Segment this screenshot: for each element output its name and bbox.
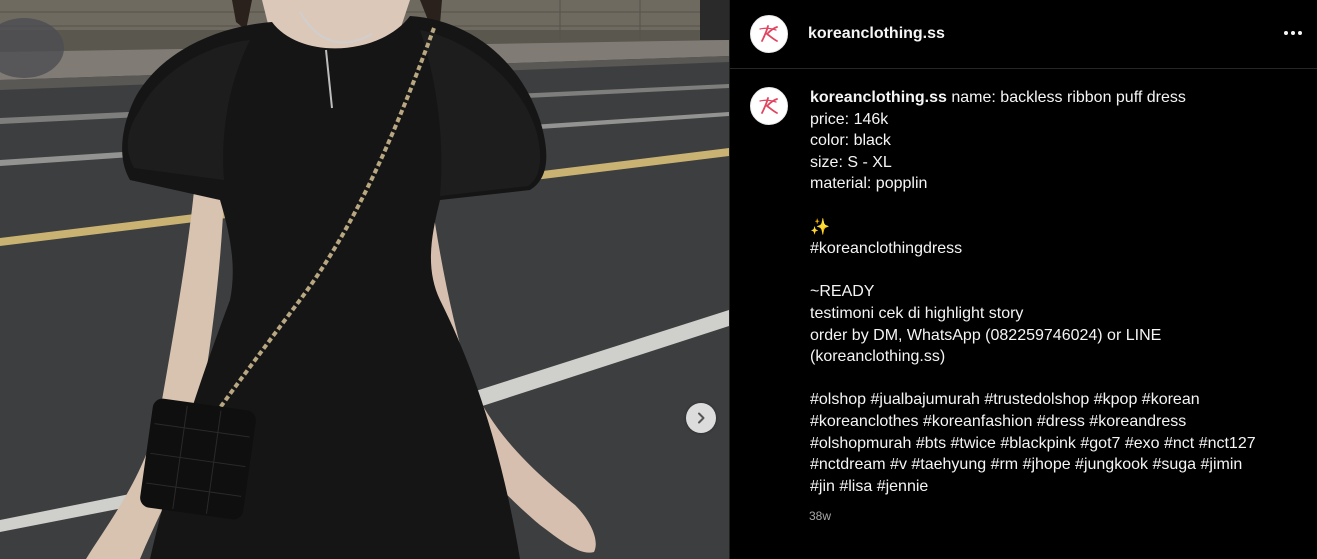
- caption-first-line: koreanclothing.ss name: backless ribbon …: [810, 87, 1310, 109]
- caption-hashtag-line[interactable]: #olshopmurah #bts #twice #blackpink #got…: [810, 433, 1310, 455]
- post-photo: [0, 0, 729, 559]
- caption-avatar[interactable]: [750, 87, 788, 125]
- caption-line: testimoni cek di highlight story: [810, 304, 1024, 322]
- caption-username[interactable]: koreanclothing.ss: [810, 89, 947, 106]
- caption-hashtag-line[interactable]: #jin #lisa #jennie: [810, 476, 1310, 498]
- post-caption: koreanclothing.ss name: backless ribbon …: [810, 87, 1310, 497]
- post-timestamp[interactable]: 38w: [809, 509, 831, 523]
- sparkle-emoji: ✨: [810, 218, 830, 236]
- chevron-right-icon: [698, 412, 705, 424]
- caption-hashtag-line[interactable]: #koreanclothes #koreanfashion #dress #ko…: [810, 411, 1310, 433]
- more-options-icon: [1284, 31, 1288, 35]
- caption-line: material: popplin: [810, 175, 928, 193]
- next-image-button[interactable]: [686, 403, 716, 433]
- caption-hashtag-line[interactable]: #koreanclothingdress: [810, 238, 1310, 260]
- post-author-username[interactable]: koreanclothing.ss: [808, 25, 945, 43]
- more-dot: [1291, 31, 1295, 35]
- caption-text: name: backless ribbon puff dress: [951, 89, 1186, 106]
- more-options-button[interactable]: [1279, 21, 1307, 45]
- avatar[interactable]: [750, 15, 788, 53]
- post-header: koreanclothing.ss: [730, 0, 1317, 69]
- k-logo-icon: [759, 97, 778, 114]
- caption-line: price: 146k: [810, 110, 889, 128]
- caption-line: color: black: [810, 132, 891, 150]
- caption-line: size: S - XL: [810, 153, 892, 171]
- more-dot: [1298, 31, 1302, 35]
- caption-line: (koreanclothing.ss): [810, 348, 946, 366]
- k-logo-icon: [759, 25, 778, 42]
- caption-line: ~READY: [810, 283, 875, 301]
- caption-hashtag-line[interactable]: #olshop #jualbajumurah #trustedolshop #k…: [810, 389, 1310, 411]
- photo-image: [0, 0, 729, 559]
- caption-hashtag-line[interactable]: #nctdream #v #taehyung #rm #jhope #jungk…: [810, 454, 1310, 476]
- caption-line: order by DM, WhatsApp (082259746024) or …: [810, 326, 1162, 344]
- post-details-panel: koreanclothing.ss koreanclothing.ss name…: [729, 0, 1317, 559]
